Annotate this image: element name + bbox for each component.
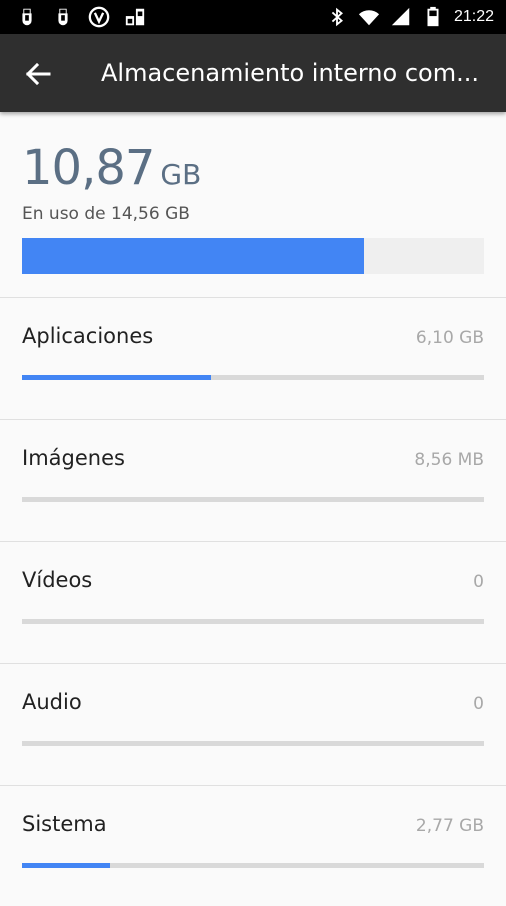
back-arrow-icon[interactable]: [22, 58, 54, 90]
category-label: Imágenes: [22, 446, 125, 470]
wifi-icon: [358, 10, 380, 26]
status-bar: 21:22: [0, 0, 506, 34]
status-time: 21:22: [453, 8, 494, 25]
battery-icon: [427, 6, 439, 27]
category-label: Audio: [22, 690, 82, 714]
usb-icon: [58, 8, 68, 26]
category-size: 2,77 GB: [415, 816, 484, 836]
category-row-sistema[interactable]: Sistema 2,77 GB: [0, 786, 506, 906]
category-usage-fill: [22, 375, 212, 380]
total-usage-fill: [22, 238, 364, 274]
signal-icon: [391, 7, 410, 26]
category-usage-bar: [22, 741, 484, 746]
vpn-icon: [88, 6, 110, 28]
category-label: Sistema: [22, 812, 107, 836]
used-storage: 10,87 GB: [22, 140, 201, 196]
used-unit: GB: [160, 158, 202, 191]
category-row-aplicaciones[interactable]: Aplicaciones 6,10 GB: [0, 298, 506, 418]
bluetooth-icon: [331, 7, 343, 27]
category-row-videos[interactable]: Vídeos 0: [0, 542, 506, 662]
category-usage-bar: [22, 863, 484, 868]
total-usage-bar: [22, 238, 484, 274]
page-title: Almacenamiento interno com...: [101, 59, 479, 87]
status-right-icons: 21:22: [326, 6, 494, 28]
category-usage-bar: [22, 497, 484, 502]
network-icon: [125, 8, 145, 26]
category-label: Aplicaciones: [22, 324, 154, 348]
category-usage-bar: [22, 375, 484, 380]
storage-summary: 10,87 GB En uso de 14,56 GB: [0, 112, 506, 298]
category-size: 0: [473, 694, 484, 714]
category-size: 8,56 MB: [414, 450, 484, 470]
category-usage-fill: [22, 863, 110, 868]
category-size: 6,10 GB: [415, 328, 484, 348]
category-size: 0: [473, 572, 484, 592]
used-value: 10,87: [22, 140, 155, 196]
usb-icon: [22, 8, 32, 26]
category-usage-bar: [22, 619, 484, 624]
status-left-icons: [16, 6, 146, 28]
category-label: Vídeos: [22, 568, 93, 592]
category-row-audio[interactable]: Audio 0: [0, 664, 506, 784]
used-of-total: En uso de 14,56 GB: [22, 204, 190, 224]
app-bar: Almacenamiento interno com...: [0, 34, 506, 112]
category-row-imagenes[interactable]: Imágenes 8,56 MB: [0, 420, 506, 540]
